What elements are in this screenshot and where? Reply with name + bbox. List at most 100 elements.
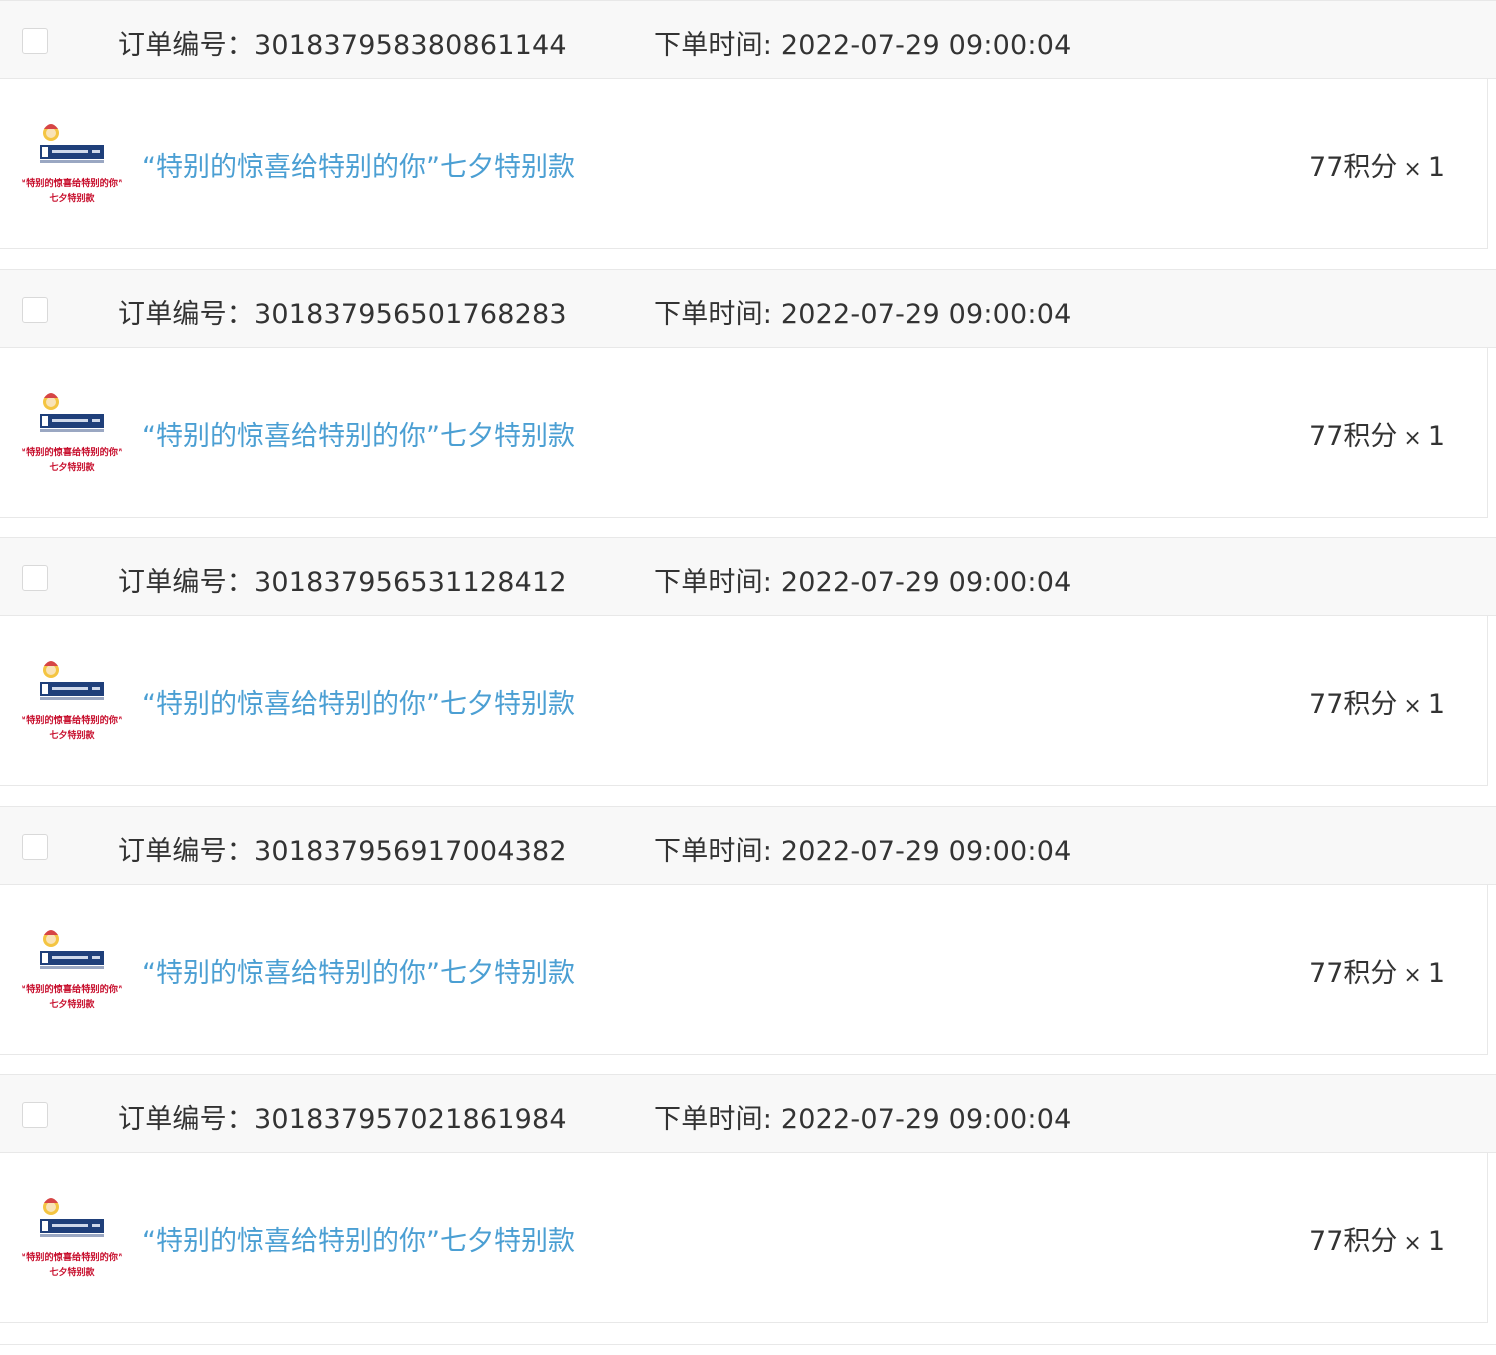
thumb-banner-text	[52, 687, 88, 690]
price-quantity: 77积分 × 1	[1309, 1219, 1445, 1258]
product-title-link[interactable]: “特别的惊喜给特别的你”七夕特别款	[142, 145, 575, 184]
product-title-link[interactable]: “特别的惊喜给特别的你”七夕特别款	[142, 682, 575, 721]
thumb-subline	[40, 697, 104, 700]
price-quantity: 77积分 × 1	[1309, 682, 1445, 721]
price-points: 77积分	[1309, 689, 1398, 720]
mascot-hat	[44, 124, 58, 129]
thumb-banner-text	[52, 1224, 88, 1227]
thumb-caption-1: “特别的惊喜给特别的你”	[22, 177, 122, 189]
order-time-label: 下单时间:	[654, 1104, 773, 1135]
mascot-face	[46, 128, 56, 138]
order-body: “特别的惊喜给特别的你” 七夕特别款 “特别的惊喜给特别的你”七夕特别款 77积…	[0, 1153, 1488, 1323]
mascot-face	[46, 665, 56, 675]
thumb-subline	[40, 429, 104, 432]
thumb-banner-mark	[42, 416, 48, 426]
order-number-value: 301837956917004382	[254, 836, 567, 867]
order-time-value: 2022-07-29 09:00:04	[780, 836, 1072, 867]
order-time-value: 2022-07-29 09:00:04	[780, 1104, 1072, 1135]
thumb-banner-text-2	[92, 419, 100, 422]
mascot-hat	[44, 393, 58, 398]
order-number-label: 订单编号：	[118, 299, 254, 330]
order-number: 订单编号：301837956917004382	[118, 829, 567, 868]
order-time: 下单时间: 2022-07-29 09:00:04	[654, 829, 1071, 868]
order-time: 下单时间: 2022-07-29 09:00:04	[654, 1097, 1071, 1136]
thumb-banner-mark	[42, 1221, 48, 1231]
order-body: “特别的惊喜给特别的你” 七夕特别款 “特别的惊喜给特别的你”七夕特别款 77积…	[0, 79, 1488, 249]
thumb-banner-text-2	[92, 956, 100, 959]
multiply-sign: ×	[1403, 963, 1422, 988]
order-header: 订单编号：301837956531128412 下单时间: 2022-07-29…	[0, 537, 1496, 616]
order-number: 订单编号：301837956531128412	[118, 560, 567, 599]
order-number: 订单编号：301837956501768283	[118, 292, 567, 331]
order-header: 订单编号：301837956917004382 下单时间: 2022-07-29…	[0, 806, 1496, 885]
price-quantity: 77积分 × 1	[1309, 145, 1445, 184]
order-number-value: 301837957021861984	[254, 1104, 567, 1135]
product-thumbnail[interactable]: “特别的惊喜给特别的你” 七夕特别款	[22, 925, 122, 1017]
product-title-link[interactable]: “特别的惊喜给特别的你”七夕特别款	[142, 414, 575, 453]
multiply-sign: ×	[1403, 426, 1422, 451]
order-time-label: 下单时间:	[654, 836, 773, 867]
mascot-hat	[44, 1198, 58, 1203]
thumb-subline	[40, 1234, 104, 1237]
quantity: 1	[1427, 421, 1445, 452]
product-thumbnail[interactable]: “特别的惊喜给特别的你” 七夕特别款	[22, 388, 122, 480]
order-header: 订单编号：301837956501768283 下单时间: 2022-07-29…	[0, 269, 1496, 348]
order-time-value: 2022-07-29 09:00:04	[780, 30, 1072, 61]
product-thumbnail[interactable]: “特别的惊喜给特别的你” 七夕特别款	[22, 1193, 122, 1285]
order-body: “特别的惊喜给特别的你” 七夕特别款 “特别的惊喜给特别的你”七夕特别款 77积…	[0, 616, 1488, 786]
order-checkbox[interactable]	[22, 834, 48, 860]
product-title-link[interactable]: “特别的惊喜给特别的你”七夕特别款	[142, 1219, 575, 1258]
order-list: 订单编号：301837958380861144 下单时间: 2022-07-29…	[0, 0, 1496, 1323]
order-checkbox[interactable]	[22, 1102, 48, 1128]
order-number-label: 订单编号：	[118, 1104, 254, 1135]
order-number-value: 301837958380861144	[254, 30, 567, 61]
order-body: “特别的惊喜给特别的你” 七夕特别款 “特别的惊喜给特别的你”七夕特别款 77积…	[0, 348, 1488, 518]
product-thumbnail[interactable]: “特别的惊喜给特别的你” 七夕特别款	[22, 119, 122, 211]
quantity: 1	[1427, 958, 1445, 989]
thumb-caption-1: “特别的惊喜给特别的你”	[22, 1251, 122, 1263]
thumb-caption-2: 七夕特别款	[49, 461, 95, 473]
order-body: “特别的惊喜给特别的你” 七夕特别款 “特别的惊喜给特别的你”七夕特别款 77积…	[0, 885, 1488, 1055]
order-number-label: 订单编号：	[118, 30, 254, 61]
bottom-divider	[0, 1344, 1496, 1355]
price-points: 77积分	[1309, 152, 1398, 183]
order-checkbox[interactable]	[22, 565, 48, 591]
product-title-link[interactable]: “特别的惊喜给特别的你”七夕特别款	[142, 951, 575, 990]
order-time-value: 2022-07-29 09:00:04	[780, 567, 1072, 598]
multiply-sign: ×	[1403, 694, 1422, 719]
order-checkbox[interactable]	[22, 28, 48, 54]
order-number-label: 订单编号：	[118, 567, 254, 598]
thumb-caption-2: 七夕特别款	[49, 729, 95, 741]
thumb-caption-2: 七夕特别款	[49, 192, 95, 204]
thumb-banner-text	[52, 150, 88, 153]
quantity: 1	[1427, 152, 1445, 183]
order-checkbox[interactable]	[22, 297, 48, 323]
price-points: 77积分	[1309, 958, 1398, 989]
order-time: 下单时间: 2022-07-29 09:00:04	[654, 292, 1071, 331]
multiply-sign: ×	[1403, 1231, 1422, 1256]
order-header: 订单编号：301837958380861144 下单时间: 2022-07-29…	[0, 0, 1496, 79]
mascot-face	[46, 1202, 56, 1212]
product-thumbnail[interactable]: “特别的惊喜给特别的你” 七夕特别款	[22, 656, 122, 748]
quantity: 1	[1427, 689, 1445, 720]
thumb-banner-text-2	[92, 687, 100, 690]
price-points: 77积分	[1309, 1226, 1398, 1257]
order-time-label: 下单时间:	[654, 567, 773, 598]
price-points: 77积分	[1309, 421, 1398, 452]
price-quantity: 77积分 × 1	[1309, 414, 1445, 453]
mascot-hat	[44, 661, 58, 666]
order-time: 下单时间: 2022-07-29 09:00:04	[654, 560, 1071, 599]
thumb-subline	[40, 966, 104, 969]
thumb-caption-1: “特别的惊喜给特别的你”	[22, 983, 122, 995]
thumb-banner-mark	[42, 953, 48, 963]
thumb-banner-text-2	[92, 1224, 100, 1227]
thumb-caption-2: 七夕特别款	[49, 998, 95, 1010]
multiply-sign: ×	[1403, 157, 1422, 182]
order-time-label: 下单时间:	[654, 30, 773, 61]
thumb-caption-1: “特别的惊喜给特别的你”	[22, 714, 122, 726]
thumb-banner-text	[52, 419, 88, 422]
thumb-banner-mark	[42, 684, 48, 694]
order-time-value: 2022-07-29 09:00:04	[780, 299, 1072, 330]
mascot-hat	[44, 930, 58, 935]
order-number: 订单编号：301837957021861984	[118, 1097, 567, 1136]
